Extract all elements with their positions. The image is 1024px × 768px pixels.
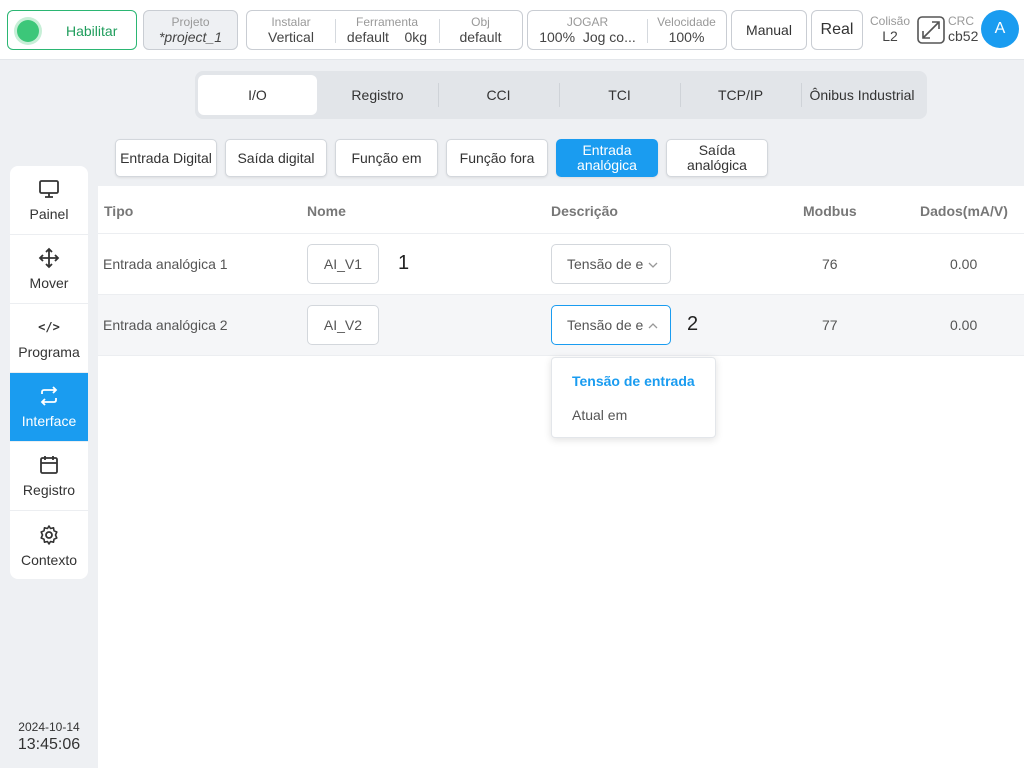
clock: 2024-10-14 13:45:06 xyxy=(10,720,88,754)
description-dropdown-menu: Tensão de entrada Atual em xyxy=(551,357,716,438)
code-icon: </> xyxy=(38,320,60,334)
speed-cell[interactable]: Velocidade 100% xyxy=(647,11,726,49)
name-field[interactable]: AI_V2 xyxy=(307,305,379,345)
sidebar-item-registro[interactable]: Registro xyxy=(10,442,88,511)
sidebar-item-contexto[interactable]: Contexto xyxy=(10,511,88,579)
description-select-value: Tensão de entrada xyxy=(567,317,643,333)
enable-status-icon xyxy=(17,20,39,42)
tab-registro[interactable]: Registro xyxy=(317,75,438,115)
description-select-value: Tensão de entrada xyxy=(567,256,643,272)
gear-icon xyxy=(40,524,58,545)
top-bar: Habilitar Projeto *project_1 Instalar Ve… xyxy=(0,0,1024,60)
table-row: Entrada analógica 1 AI_V1 1 Tensão de en… xyxy=(98,234,1024,295)
subtab-saida-analogica[interactable]: Saída analógica xyxy=(666,139,768,177)
crc-value: cb52 xyxy=(948,28,979,44)
header-modbus: Modbus xyxy=(803,203,857,219)
clock-time: 13:45:06 xyxy=(17,736,81,753)
sidebar-nav: Painel Mover </> Programa Interface Regi… xyxy=(10,166,88,579)
row-annotation: 1 xyxy=(398,252,410,274)
tool-caption: Ferramenta xyxy=(355,15,419,29)
install-caption: Instalar xyxy=(271,15,311,29)
tab-onibus-industrial[interactable]: Ônibus Industrial xyxy=(801,75,923,115)
tab-cci[interactable]: CCI xyxy=(438,75,559,115)
jog-cell[interactable]: JOGAR 100% Jog co... xyxy=(528,11,647,49)
subtab-funcao-fora[interactable]: Função fora xyxy=(446,139,548,177)
row-tipo: Entrada analógica 2 xyxy=(103,317,228,333)
project-caption: Projeto xyxy=(171,15,210,29)
collision-value: L2 xyxy=(882,28,898,44)
tool-value: default 0kg xyxy=(346,29,428,45)
jog-value: 100% Jog co... xyxy=(539,29,636,45)
header-nome: Nome xyxy=(307,203,346,219)
sidebar-item-label: Programa xyxy=(18,344,80,360)
subtab-entrada-digital[interactable]: Entrada Digital xyxy=(115,139,217,177)
enable-button[interactable]: Habilitar xyxy=(7,10,137,50)
tabs-band: I/O Registro CCI TCI TCP/IP Ônibus Indus… xyxy=(98,62,1024,126)
row-dados: 0.00 xyxy=(950,256,978,272)
chevron-down-icon xyxy=(648,262,658,268)
table-header: Tipo Nome Descrição Modbus Dados(mA/V) xyxy=(98,186,1024,234)
install-info-panel[interactable]: Instalar Vertical Ferramenta default 0kg… xyxy=(246,10,523,50)
chevron-up-icon xyxy=(648,323,658,329)
project-selector[interactable]: Projeto *project_1 xyxy=(143,10,238,50)
calendar-icon xyxy=(40,456,58,474)
move-icon xyxy=(38,247,60,269)
row-modbus: 77 xyxy=(822,317,838,333)
main-panel: I/O Registro CCI TCI TCP/IP Ônibus Indus… xyxy=(98,62,1024,768)
speed-caption: Velocidade xyxy=(657,15,716,29)
sidebar-item-label: Registro xyxy=(22,482,76,498)
sidebar-item-programa[interactable]: </> Programa xyxy=(10,304,88,373)
row-modbus: 76 xyxy=(822,256,838,272)
enable-label: Habilitar xyxy=(66,23,118,39)
object-value: default xyxy=(459,29,502,45)
name-field[interactable]: AI_V1 xyxy=(307,244,379,284)
subtab-funcao-em[interactable]: Função em xyxy=(335,139,438,177)
dropdown-option-tensao-de-entrada[interactable]: Tensão de entrada xyxy=(552,366,715,400)
header-descricao: Descrição xyxy=(551,203,618,219)
tab-tcpip[interactable]: TCP/IP xyxy=(680,75,801,115)
tab-tci[interactable]: TCI xyxy=(559,75,680,115)
object-caption: Obj xyxy=(471,15,490,29)
sidebar-item-label: Contexto xyxy=(20,551,78,568)
sidebar-item-label: Mover xyxy=(29,275,69,291)
subtabs-band: Entrada Digital Saída digital Função em … xyxy=(98,126,1024,186)
speed-value: 100% xyxy=(668,29,705,45)
install-value: Vertical xyxy=(268,29,314,45)
clock-date: 2024-10-14 xyxy=(18,720,80,734)
description-select[interactable]: Tensão de entrada xyxy=(551,305,671,345)
header-tipo: Tipo xyxy=(104,203,134,219)
subtab-entrada-analogica[interactable]: Entrada analógica xyxy=(556,139,658,177)
sidebar-item-mover[interactable]: Mover xyxy=(10,235,88,304)
jog-speed-panel[interactable]: JOGAR 100% Jog co... Velocidade 100% xyxy=(527,10,727,50)
monitor-icon xyxy=(39,180,59,198)
description-select[interactable]: Tensão de entrada xyxy=(551,244,671,284)
jog-caption: JOGAR xyxy=(566,15,609,29)
crc-caption: CRC xyxy=(948,14,974,28)
row-dados: 0.00 xyxy=(950,317,978,333)
row-tipo: Entrada analógica 1 xyxy=(103,256,228,272)
swap-icon xyxy=(40,386,58,406)
object-cell[interactable]: Obj default xyxy=(439,11,522,49)
main-tabs: I/O Registro CCI TCI TCP/IP Ônibus Indus… xyxy=(195,71,927,119)
project-name: *project_1 xyxy=(158,29,223,45)
expand-icon[interactable] xyxy=(917,16,945,44)
tool-cell[interactable]: Ferramenta default 0kg xyxy=(335,11,439,49)
sidebar-item-interface[interactable]: Interface xyxy=(10,373,88,442)
user-avatar[interactable]: A xyxy=(981,10,1019,48)
dropdown-option-atual-em[interactable]: Atual em xyxy=(552,400,715,434)
collision-level[interactable]: Colisão L2 xyxy=(868,14,912,44)
subtab-saida-digital[interactable]: Saída digital xyxy=(225,139,327,177)
sidebar-item-label: Interface xyxy=(21,413,77,429)
real-mode-button[interactable]: Real xyxy=(811,10,863,50)
tab-io[interactable]: I/O xyxy=(198,75,317,115)
crc-info: CRC cb52 xyxy=(948,14,982,44)
collision-caption: Colisão xyxy=(869,14,911,28)
row-annotation: 2 xyxy=(687,313,699,335)
sidebar-item-painel[interactable]: Painel xyxy=(10,166,88,235)
header-dados: Dados(mA/V) xyxy=(920,203,1008,219)
install-cell[interactable]: Instalar Vertical xyxy=(247,11,335,49)
sidebar-item-label: Painel xyxy=(29,206,69,222)
manual-mode-button[interactable]: Manual xyxy=(731,10,807,50)
table-row: Entrada analógica 2 AI_V2 Tensão de entr… xyxy=(98,295,1024,356)
